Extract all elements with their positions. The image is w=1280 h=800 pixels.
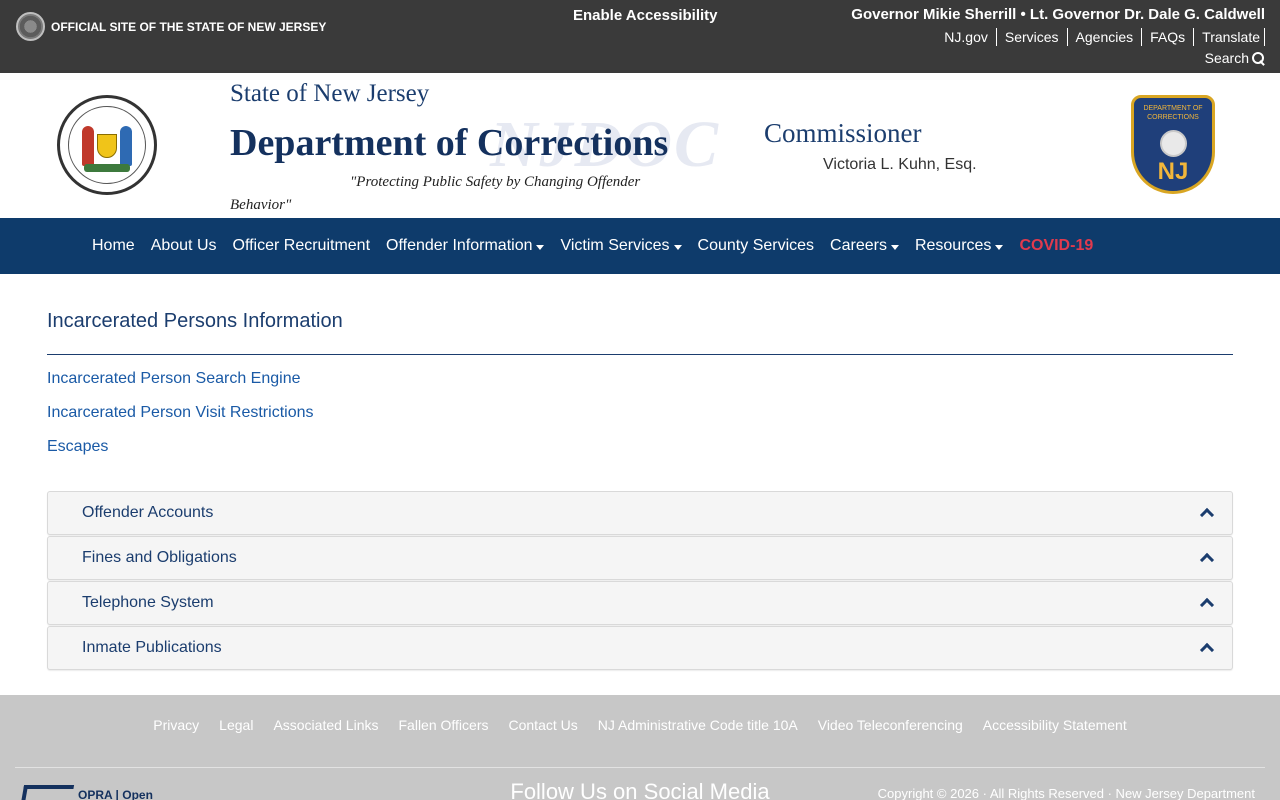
caret-down-icon [673, 244, 682, 250]
footer-link-fallen-officers[interactable]: Fallen Officers [389, 717, 499, 733]
site-footer: Privacy Legal Associated Links Fallen Of… [0, 695, 1280, 800]
info-accordion: Offender Accounts Fines and Obligations … [47, 491, 1233, 671]
link-person-search-engine[interactable]: Incarcerated Person Search Engine [47, 368, 313, 402]
page-title: Incarcerated Persons Information [47, 310, 343, 332]
nav-home[interactable]: Home [84, 237, 143, 255]
caret-down-icon [536, 244, 545, 250]
top-bar: OFFICIAL SITE OF THE STATE OF NEW JERSEY… [0, 0, 1280, 73]
link-escapes[interactable]: Escapes [47, 436, 313, 470]
nav-victim-services[interactable]: Victim Services [552, 237, 689, 255]
copyright-text: Copyright © 2026 · All Rights Reserved ·… [877, 786, 1255, 800]
top-link-services[interactable]: Services [997, 28, 1068, 46]
top-search-link[interactable]: Search [1205, 50, 1265, 66]
commissioner-title: Commissioner [764, 118, 922, 148]
nav-label: Resources [914, 237, 992, 254]
nav-label: Offender Information [386, 237, 533, 254]
department-title[interactable]: Department of Corrections [230, 121, 668, 165]
footer-links: Privacy Legal Associated Links Fallen Of… [0, 717, 1280, 733]
footer-link-accessibility-statement[interactable]: Accessibility Statement [973, 717, 1137, 733]
nav-careers[interactable]: Careers [822, 237, 907, 255]
nav-offender-information[interactable]: Offender Information [378, 237, 552, 255]
official-site-text: OFFICIAL SITE OF THE STATE OF NEW JERSEY [51, 19, 327, 34]
accordion-label: Fines and Obligations [82, 549, 237, 566]
accordion-label: Telephone System [82, 594, 214, 611]
nav-label: Home [92, 237, 135, 254]
nav-label: About Us [150, 237, 217, 254]
footer-divider [15, 767, 1265, 768]
chevron-up-icon [1199, 642, 1215, 658]
caret-down-icon [995, 244, 1004, 250]
footer-link-video-teleconferencing[interactable]: Video Teleconferencing [808, 717, 973, 733]
top-link-njgov[interactable]: NJ.gov [936, 28, 997, 46]
accordion-label: Inmate Publications [82, 639, 222, 656]
caret-down-icon [890, 244, 899, 250]
site-header: NJDOC State of New Jersey Department of … [0, 73, 1280, 218]
nav-label: COVID-19 [1019, 237, 1094, 254]
nav-label: County Services [697, 237, 815, 254]
nav-county-services[interactable]: County Services [690, 237, 823, 255]
footer-link-contact-us[interactable]: Contact Us [499, 717, 588, 733]
enable-accessibility-button[interactable]: Enable Accessibility [573, 7, 718, 24]
top-link-faqs[interactable]: FAQs [1142, 28, 1195, 46]
top-link-translate[interactable]: Translate [1194, 28, 1265, 46]
nav-label: Careers [830, 237, 887, 254]
official-site-banner: OFFICIAL SITE OF THE STATE OF NEW JERSEY [16, 12, 326, 41]
nav-label: Victim Services [560, 237, 670, 254]
nav-label: Officer Recruitment [232, 237, 371, 254]
footer-link-admin-code[interactable]: NJ Administrative Code title 10A [588, 717, 808, 733]
doc-badge-logo: DEPARTMENT OF CORRECTIONS NJ [1131, 95, 1215, 194]
accordion-inmate-publications[interactable]: Inmate Publications [47, 626, 1233, 670]
title-divider [47, 354, 1233, 355]
footer-link-privacy[interactable]: Privacy [143, 717, 209, 733]
nav-about-us[interactable]: About Us [143, 237, 225, 255]
badge-nj-text: NJ [1157, 158, 1189, 185]
info-links: Incarcerated Person Search Engine Incarc… [47, 368, 313, 470]
footer-link-associated-links[interactable]: Associated Links [263, 717, 388, 733]
chevron-up-icon [1199, 507, 1215, 523]
commissioner-name: Victoria L. Kuhn, Esq. [823, 156, 977, 173]
state-name: State of New Jersey [230, 80, 430, 107]
accordion-label: Offender Accounts [82, 504, 214, 521]
main-nav: Home About Us Officer Recruitment Offend… [0, 218, 1280, 274]
link-visit-restrictions[interactable]: Incarcerated Person Visit Restrictions [47, 402, 313, 436]
nav-resources[interactable]: Resources [907, 237, 1011, 255]
top-links: NJ.gov Services Agencies FAQs Translate [936, 28, 1265, 46]
search-icon [1252, 51, 1265, 65]
badge-top-text: DEPARTMENT OF CORRECTIONS [1143, 105, 1203, 121]
accordion-telephone-system[interactable]: Telephone System [47, 581, 1233, 625]
chevron-up-icon [1199, 597, 1215, 613]
governor-text: Governor Mikie Sherrill • Lt. Governor D… [851, 6, 1265, 23]
chevron-up-icon [1199, 552, 1215, 568]
nav-covid-19[interactable]: COVID-19 [1011, 237, 1101, 255]
accordion-offender-accounts[interactable]: Offender Accounts [47, 491, 1233, 535]
nav-officer-recruitment[interactable]: Officer Recruitment [225, 237, 379, 255]
state-seal-icon [16, 12, 45, 41]
tagline: "Protecting Public Safety by Changing Of… [230, 174, 641, 213]
great-seal-logo[interactable] [57, 95, 157, 195]
search-label: Search [1204, 50, 1249, 66]
top-link-agencies[interactable]: Agencies [1068, 28, 1143, 46]
accordion-fines-obligations[interactable]: Fines and Obligations [47, 536, 1233, 580]
footer-link-legal[interactable]: Legal [209, 717, 263, 733]
